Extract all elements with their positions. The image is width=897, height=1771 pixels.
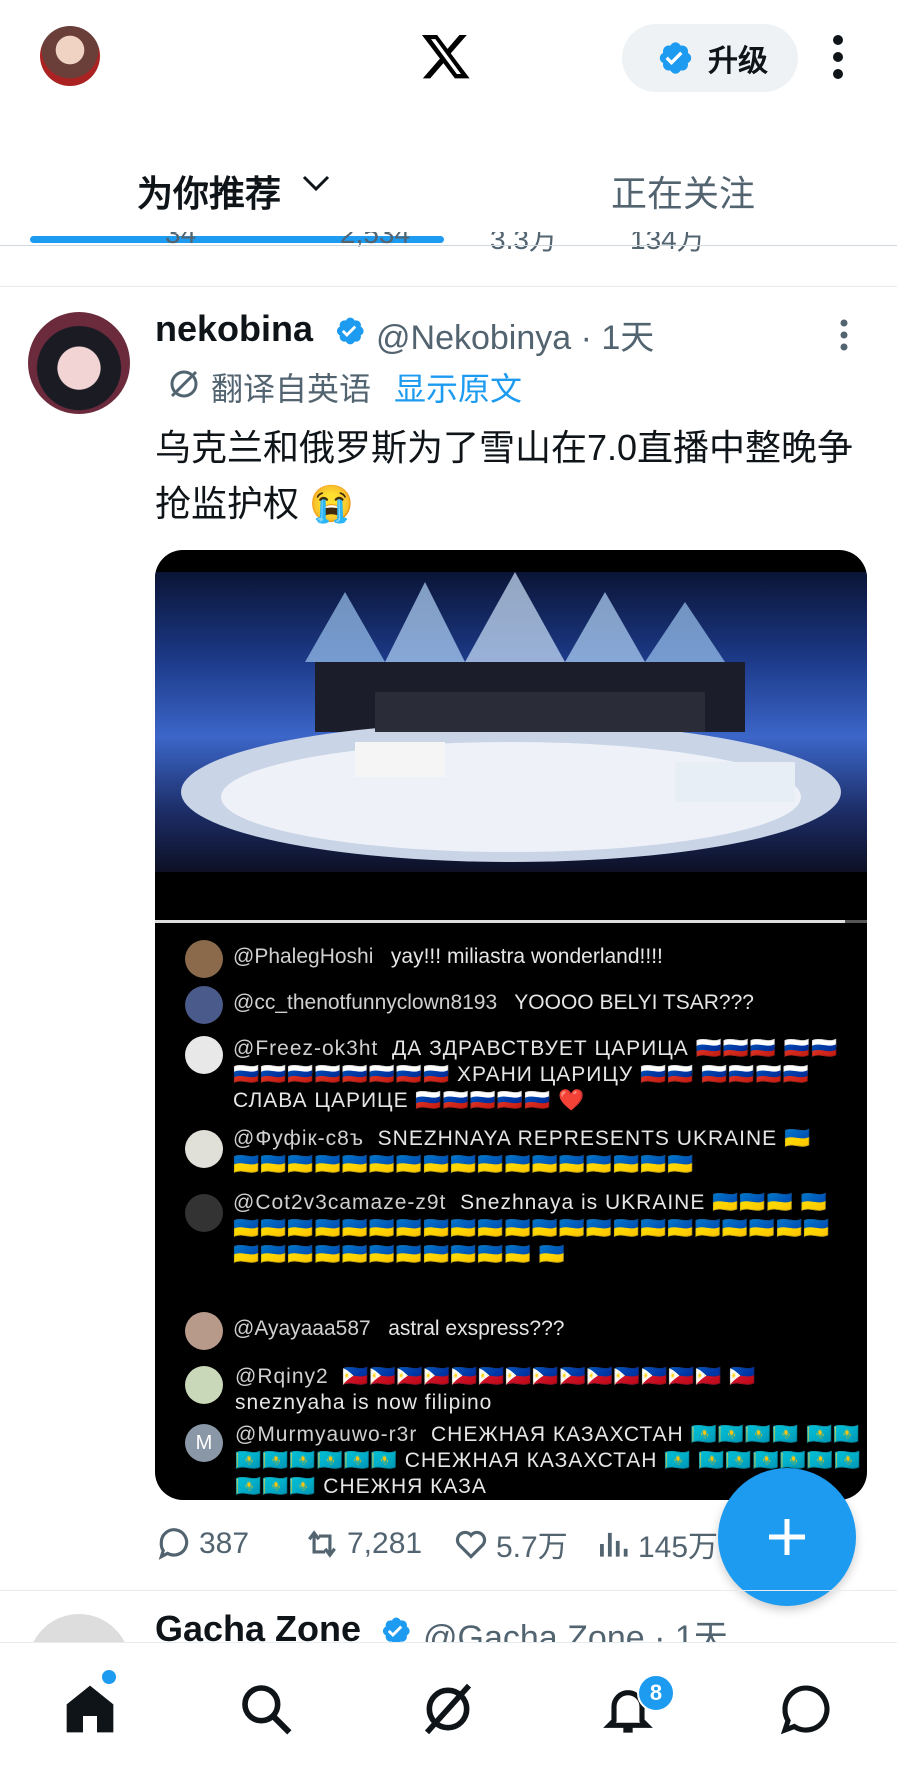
repost-count: 7,281: [347, 1527, 423, 1560]
comment-avatar: [185, 940, 223, 978]
views-icon: [600, 1532, 628, 1557]
prev-reposts-count[interactable]: 2,534: [340, 232, 410, 250]
comment-2: @cc_thenotfunnyclown8193 YOOOO BELYI TSA…: [233, 990, 853, 1016]
tweet-divider: [0, 286, 897, 287]
comment-avatar: M: [185, 1424, 223, 1462]
compose-button[interactable]: [718, 1468, 856, 1606]
comment-text: astral exspress???: [388, 1317, 565, 1340]
grok-icon[interactable]: [420, 1681, 476, 1737]
comment-6: @Ayayaaa587 astral exspress???: [233, 1316, 853, 1342]
compose-plus-icon: [769, 1519, 805, 1555]
repost-icon: [308, 1530, 336, 1558]
comment-3: @Freez-ok3ht ДА ЗДРАВСТВУЕТ ЦАРИЦА 🇷🇺🇷🇺🇷…: [233, 1036, 843, 1114]
tweet-more-icon[interactable]: [838, 318, 850, 352]
prev-likes-count[interactable]: 3.3万: [490, 232, 557, 256]
header-divider: [0, 245, 897, 246]
comment-text: yay!!! miliastra wonderland!!!!: [390, 945, 663, 968]
comment-avatar: [185, 1194, 223, 1232]
notification-count-badge: 8: [637, 1674, 675, 1712]
tweet-author-name[interactable]: nekobina: [155, 308, 313, 350]
comment-user: @Cot2v3camaze-z9t: [233, 1191, 447, 1214]
comment-1: @PhalegHoshi yay!!! miliastra wonderland…: [233, 944, 853, 970]
tweet-text: 乌克兰和俄罗斯为了雪山在7.0直播中整晚争抢监护权 😭: [155, 427, 854, 524]
comment-4: @Фуфік-с8ъ SNEZHNAYA REPRESENTS UKRAINE …: [233, 1126, 843, 1178]
reply-count: 387: [199, 1527, 250, 1560]
tab-following[interactable]: 正在关注: [611, 165, 755, 217]
translated-label: 翻译自英语: [211, 371, 372, 407]
tab-for-you[interactable]: 为你推荐: [137, 165, 281, 217]
more-icon[interactable]: [830, 32, 846, 82]
comment-user: @Ayayaaa587: [233, 1317, 371, 1340]
comment-user: @PhalegHoshi: [233, 945, 374, 968]
comment-7: @Rqiny2 🇵🇭🇵🇭🇵🇭🇵🇭🇵🇭🇵🇭🇵🇭🇵🇭🇵🇭🇵🇭🇵🇭🇵🇭🇵🇭🇵🇭 🇵🇭 …: [235, 1364, 855, 1416]
views-button[interactable]: 145万: [594, 1522, 718, 1566]
comment-user: @Rqiny2: [235, 1365, 329, 1388]
bottom-nav: [0, 1642, 897, 1771]
views-count: 145万: [638, 1531, 719, 1564]
profile-avatar[interactable]: [40, 26, 100, 86]
comment-avatar: [185, 1130, 223, 1168]
show-original-link[interactable]: 显示原文: [394, 364, 522, 410]
stage-illustration: [181, 572, 841, 862]
tweet-handle-time[interactable]: @Nekobinya · 1天: [376, 310, 654, 359]
search-icon[interactable]: [238, 1681, 294, 1737]
like-count: 5.7万: [496, 1531, 568, 1564]
translate-icon: [170, 370, 198, 398]
video-progress-fill: [155, 920, 845, 923]
comment-5: @Cot2v3camaze-z9t Snezhnaya is UKRAINE 🇺…: [233, 1190, 853, 1268]
tweet-media[interactable]: @PhalegHoshi yay!!! miliastra wonderland…: [155, 550, 867, 1500]
tweet-author-avatar[interactable]: [28, 312, 130, 414]
concert-video-frame: [155, 572, 867, 872]
comment-avatar: [185, 1366, 223, 1404]
home-unread-dot: [100, 1668, 118, 1686]
tweet-divider: [0, 1590, 897, 1591]
verified-icon: [336, 317, 364, 345]
verified-icon: [659, 42, 692, 74]
comment-avatar: [185, 986, 223, 1024]
comment-user: @Фуфік-с8ъ: [233, 1127, 364, 1150]
like-button[interactable]: 5.7万: [452, 1522, 568, 1566]
prev-views-count[interactable]: 134万: [630, 232, 705, 256]
comment-user: @Murmyauwo-r3r: [235, 1423, 418, 1446]
reply-icon: [158, 1528, 189, 1560]
upgrade-button[interactable]: 升级: [622, 24, 798, 92]
repost-button[interactable]: 7,281: [303, 1522, 422, 1566]
comment-user: @Freez-ok3ht: [233, 1037, 379, 1060]
prev-replies-count[interactable]: 34: [165, 232, 196, 250]
upgrade-label: 升级: [708, 45, 768, 78]
comment-avatar: [185, 1036, 223, 1074]
like-icon: [455, 1530, 487, 1559]
comment-user: @cc_thenotfunnyclown8193: [233, 991, 498, 1014]
comment-text: YOOOO BELYI TSAR???: [514, 991, 754, 1014]
comment-avatar: [185, 1312, 223, 1350]
home-icon[interactable]: [62, 1681, 118, 1737]
prev-tweet-actions: 34 2,534 3.3万 134万: [0, 232, 897, 256]
reply-button[interactable]: 387: [155, 1522, 249, 1566]
chevron-down-icon[interactable]: [300, 172, 332, 196]
messages-icon[interactable]: [778, 1681, 834, 1737]
x-logo-icon[interactable]: [420, 28, 472, 84]
